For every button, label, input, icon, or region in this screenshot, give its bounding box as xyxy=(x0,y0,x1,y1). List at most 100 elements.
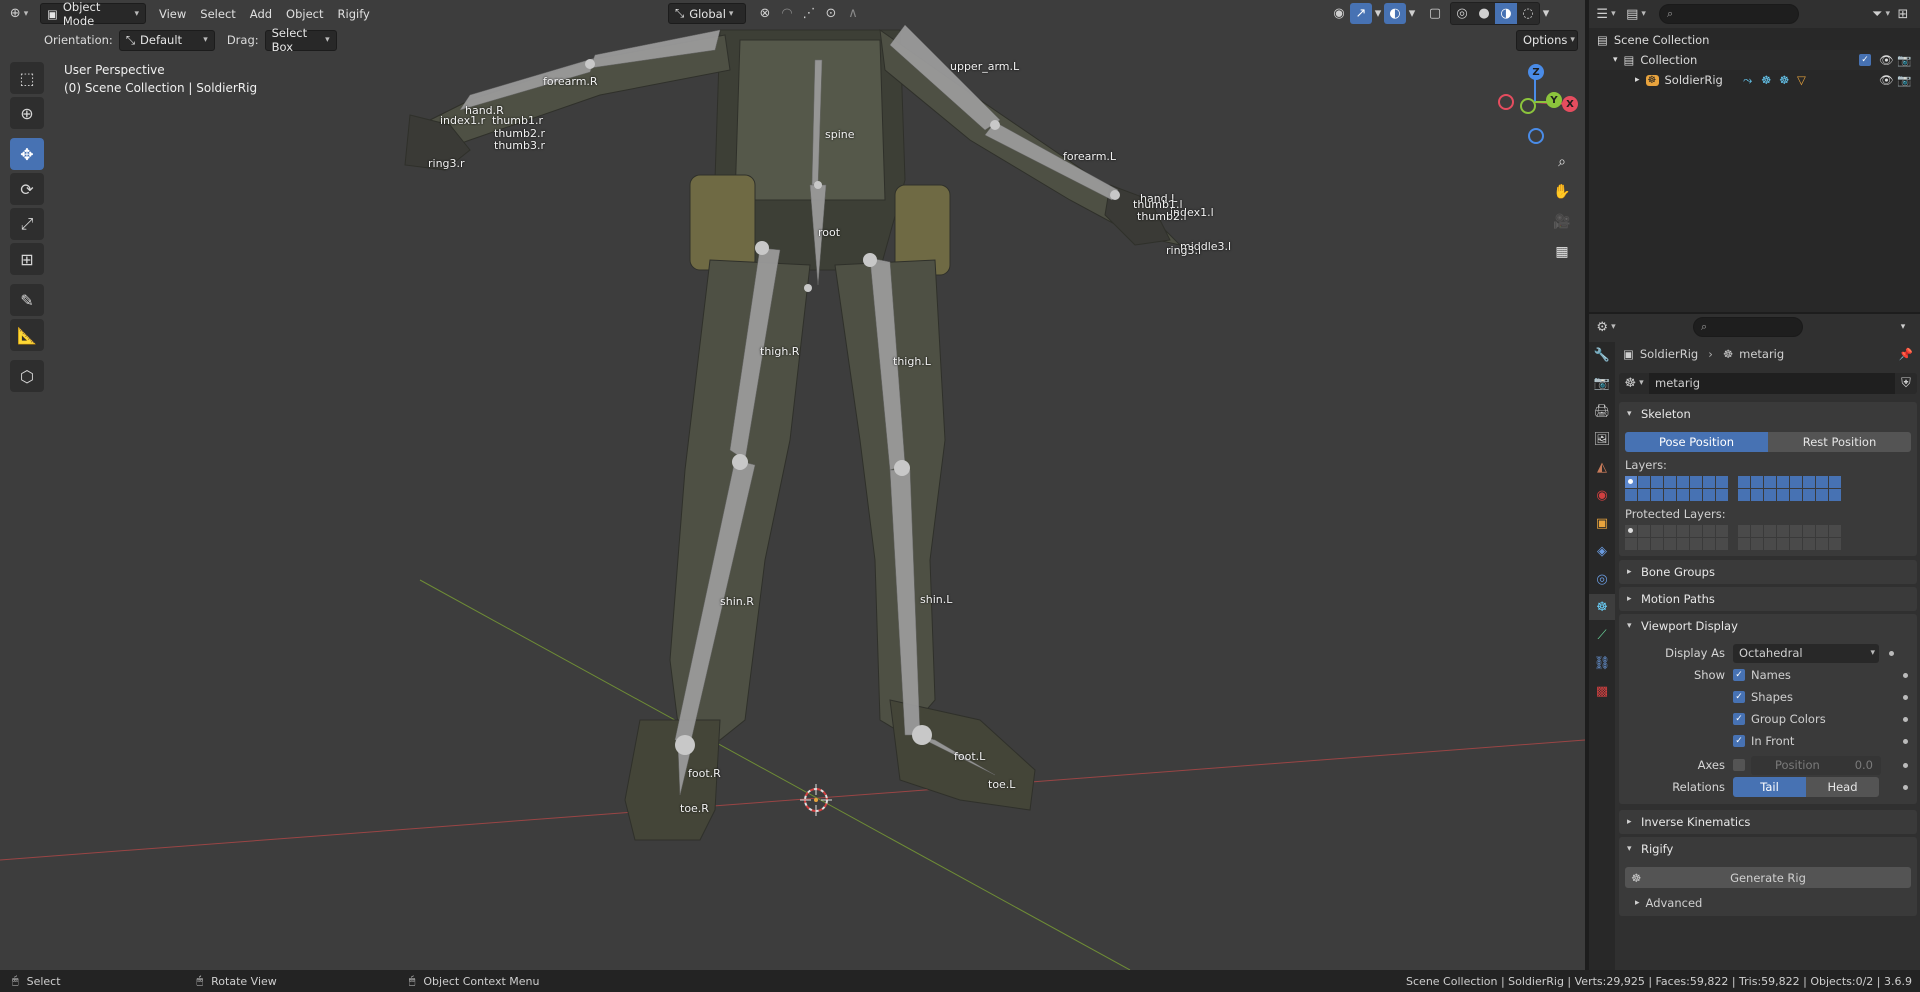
overlays-icon[interactable]: ◐ xyxy=(1384,3,1406,24)
in-front-checkbox[interactable]: ✓ xyxy=(1733,735,1745,747)
outliner-search-input[interactable]: ⌕ xyxy=(1659,4,1799,24)
outliner-collection[interactable]: ▾ ▤ Collection ✓ 👁 📷 xyxy=(1589,50,1920,70)
keyframe-dot-icon[interactable] xyxy=(1903,716,1908,722)
menu-add[interactable]: Add xyxy=(243,7,279,21)
layers-grid-left[interactable] xyxy=(1625,476,1728,501)
display-mode-icon[interactable]: ▤ ▾ xyxy=(1625,4,1647,25)
texture-tab-icon[interactable]: ▩ xyxy=(1589,678,1615,704)
cursor-tool[interactable]: ⊕ xyxy=(10,97,44,129)
advanced-subpanel-header[interactable]: ▸ Advanced xyxy=(1625,896,1911,910)
render-camera-icon[interactable]: 📷 xyxy=(1897,53,1911,67)
eye-icon[interactable]: 👁 xyxy=(1879,73,1894,87)
add-cube-tool[interactable]: ⬡ xyxy=(10,360,44,392)
falloff-icon[interactable]: ∧ xyxy=(842,3,864,24)
output-tab-icon[interactable]: 🖨 xyxy=(1589,398,1615,424)
gizmo-toggle-icon[interactable]: ↗ xyxy=(1350,3,1372,24)
scale-tool[interactable]: ⤢ xyxy=(10,208,44,240)
gizmo-neg-x-axis[interactable] xyxy=(1498,94,1514,110)
menu-select[interactable]: Select xyxy=(193,7,242,21)
rotate-tool[interactable]: ⟳ xyxy=(10,173,44,205)
gizmo-x-axis[interactable]: X xyxy=(1562,96,1578,112)
ortho-grid-icon[interactable]: ▦ xyxy=(1548,238,1576,266)
scene-tab-icon[interactable]: ◭ xyxy=(1589,454,1615,480)
generate-rig-button[interactable]: ☸ Generate Rig xyxy=(1625,867,1911,888)
bone-constraint-tab-icon[interactable]: ⛓ xyxy=(1589,650,1615,676)
render-tab-icon[interactable]: 📷 xyxy=(1589,370,1615,396)
rest-position-button[interactable]: Rest Position xyxy=(1768,432,1911,452)
data-name-field[interactable]: metarig xyxy=(1649,372,1895,394)
navigation-gizmo[interactable]: Z X Y xyxy=(1494,62,1584,152)
tool-tab-icon[interactable]: 🔧 xyxy=(1589,342,1615,368)
visibility-icon[interactable]: ◉ xyxy=(1328,3,1350,24)
drag-select-box-dropdown[interactable]: Select Box ▾ xyxy=(264,26,337,54)
modifier-tab-icon[interactable]: ◈ xyxy=(1589,538,1615,564)
keyframe-dot-icon[interactable] xyxy=(1889,650,1894,656)
eye-icon[interactable]: 👁 xyxy=(1879,53,1894,67)
3d-viewport[interactable]: upper_arm.L forearm.R forearm.L hand.R h… xyxy=(0,0,1585,970)
material-shading-icon[interactable]: ◑ xyxy=(1495,3,1517,24)
group-colors-checkbox[interactable]: ✓ xyxy=(1733,713,1745,725)
annotate-tool[interactable]: ✎ xyxy=(10,284,44,316)
menu-view[interactable]: View xyxy=(152,7,193,21)
select-box-tool[interactable]: ⬚ xyxy=(10,62,44,94)
orientation-default-dropdown[interactable]: ⤡ Default ▾ xyxy=(118,29,215,51)
chevron-down-icon[interactable]: ▾ xyxy=(1406,3,1418,24)
bone-tab-icon[interactable]: ⟋ xyxy=(1589,622,1615,648)
3d-viewport-icon[interactable]: ⊕ ▾ xyxy=(8,3,30,24)
menu-object[interactable]: Object xyxy=(279,7,330,21)
expand-arrow-icon[interactable]: ▸ xyxy=(1635,75,1640,85)
filter-icon[interactable]: ⏷ ▾ xyxy=(1870,4,1892,25)
keyframe-dot-icon[interactable] xyxy=(1903,762,1908,768)
transform-orientation-dropdown[interactable]: ⤡ Global ▾ xyxy=(668,3,746,24)
keyframe-dot-icon[interactable] xyxy=(1903,672,1908,678)
outliner-scene-collection[interactable]: ▤ Scene Collection xyxy=(1589,30,1920,50)
keyframe-dot-icon[interactable] xyxy=(1903,784,1908,790)
render-camera-icon[interactable]: 📷 xyxy=(1897,73,1911,87)
inverse-kinematics-panel-header[interactable]: ▸ Inverse Kinematics xyxy=(1619,810,1917,834)
properties-search-input[interactable]: ⌕ xyxy=(1693,317,1803,337)
names-checkbox[interactable]: ✓ xyxy=(1733,669,1745,681)
protected-layers-grid-right[interactable] xyxy=(1738,525,1841,550)
pose-position-button[interactable]: Pose Position xyxy=(1625,432,1768,452)
gizmo-neg-z-axis[interactable] xyxy=(1528,128,1544,144)
transform-tool[interactable]: ⊞ xyxy=(10,243,44,275)
wireframe-shading-icon[interactable]: ◎ xyxy=(1451,3,1473,24)
rigify-panel-header[interactable]: ▾ Rigify xyxy=(1619,837,1917,861)
new-collection-icon[interactable]: ⊞ xyxy=(1892,4,1914,25)
chevron-down-icon[interactable]: ▾ xyxy=(1372,3,1384,24)
layers-grid-right[interactable] xyxy=(1738,476,1841,501)
move-tool[interactable]: ✥ xyxy=(10,138,44,170)
rendered-shading-icon[interactable]: ◌ xyxy=(1517,3,1539,24)
relations-head-button[interactable]: Head xyxy=(1806,777,1879,797)
viewport-scene[interactable] xyxy=(0,0,1585,970)
options-dropdown[interactable]: Options ▾ xyxy=(1516,29,1578,51)
armature-data-tab-icon[interactable]: ☸ xyxy=(1589,594,1615,620)
zoom-icon[interactable]: ⌕ xyxy=(1548,148,1576,176)
gizmo-z-axis[interactable]: Z xyxy=(1528,64,1544,80)
properties-editor-icon[interactable]: ⚙ ▾ xyxy=(1595,317,1617,338)
object-tab-icon[interactable]: ▣ xyxy=(1589,510,1615,536)
pivot-icon[interactable]: ⊗ xyxy=(754,3,776,24)
pan-hand-icon[interactable]: ✋ xyxy=(1548,178,1576,206)
view-layer-tab-icon[interactable]: 🖼 xyxy=(1589,426,1615,452)
snap-magnet-icon[interactable]: ◠ xyxy=(776,3,798,24)
camera-icon[interactable]: 🎥 xyxy=(1548,208,1576,236)
chevron-down-icon[interactable]: ▾ xyxy=(1540,3,1552,24)
shapes-checkbox[interactable]: ✓ xyxy=(1733,691,1745,703)
solid-shading-icon[interactable]: ● xyxy=(1473,3,1495,24)
xray-icon[interactable]: ▢ xyxy=(1424,3,1446,24)
keyframe-dot-icon[interactable] xyxy=(1903,694,1908,700)
chevron-down-icon[interactable]: ▾ xyxy=(1892,317,1914,338)
relations-tail-button[interactable]: Tail xyxy=(1733,777,1806,797)
skeleton-panel-header[interactable]: ▾ Skeleton xyxy=(1619,402,1917,426)
pin-icon[interactable]: 📌 xyxy=(1899,347,1913,361)
world-tab-icon[interactable]: ◉ xyxy=(1589,482,1615,508)
menu-rigify[interactable]: Rigify xyxy=(331,7,377,21)
armature-browse-icon[interactable]: ☸ ▾ xyxy=(1619,372,1649,394)
axes-position-field[interactable]: Position 0.0 xyxy=(1751,755,1881,775)
particles-tab-icon[interactable]: ◎ xyxy=(1589,566,1615,592)
gizmo-y-axis[interactable]: Y xyxy=(1546,92,1562,108)
expand-arrow-icon[interactable]: ▾ xyxy=(1613,55,1618,65)
snap-target-icon[interactable]: ⋰ xyxy=(798,3,820,24)
display-as-dropdown[interactable]: Octahedral ▾ xyxy=(1733,643,1879,663)
